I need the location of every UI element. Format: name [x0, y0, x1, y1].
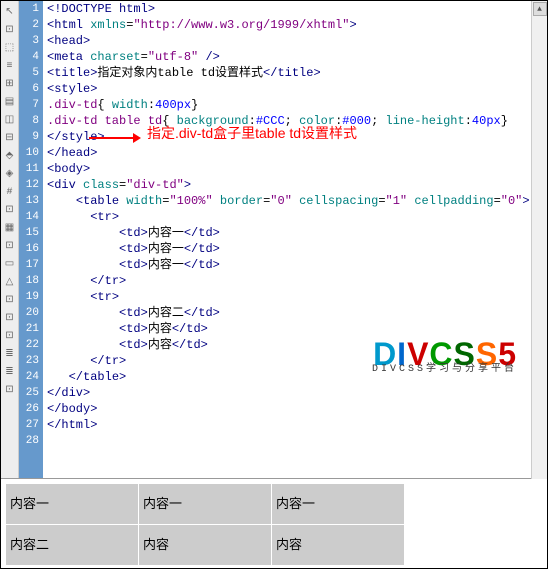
line-number: 21 — [19, 321, 39, 337]
code-line[interactable]: <tr> — [47, 209, 547, 225]
annotation-text: 指定.div-td盒子里table td设置样式 — [147, 125, 357, 141]
code-line[interactable]: </tr> — [47, 273, 547, 289]
line-number: 18 — [19, 273, 39, 289]
table-cell: 内容二 — [6, 525, 138, 565]
tool-button[interactable]: ▤ — [2, 94, 18, 110]
scroll-up-icon[interactable]: ▲ — [533, 2, 547, 16]
line-number: 23 — [19, 353, 39, 369]
table-cell: 内容一 — [139, 484, 271, 524]
tool-button[interactable]: ⊟ — [2, 130, 18, 146]
tool-button[interactable]: ⊡ — [2, 310, 18, 326]
line-number: 9 — [19, 129, 39, 145]
line-number: 8 — [19, 113, 39, 129]
toolbar: ↖ ⊡ ⬚ ≡ ⊞ ▤ ◫ ⊟ ⬘ ◈ # ⊡ ▦ ⊡ ▭ △ ⊡ ⊡ ⊡ ≣ ≣ ⊡ — [1, 1, 19, 478]
tool-button[interactable]: ≣ — [2, 364, 18, 380]
line-number: 4 — [19, 49, 39, 65]
tool-button[interactable]: ≣ — [2, 346, 18, 362]
tool-button[interactable]: ▦ — [2, 220, 18, 236]
tool-button[interactable]: ≡ — [2, 58, 18, 74]
tool-button[interactable]: ⊞ — [2, 76, 18, 92]
code-line[interactable] — [47, 433, 547, 449]
preview-table: 内容一内容一内容一内容二内容内容 — [5, 483, 405, 566]
line-number: 15 — [19, 225, 39, 241]
line-number: 27 — [19, 417, 39, 433]
tool-button[interactable]: ⊡ — [2, 328, 18, 344]
code-line[interactable]: <!DOCTYPE html> — [47, 1, 547, 17]
watermark-sub: DIVCSS学习与分享平台 — [372, 362, 517, 378]
line-number: 3 — [19, 33, 39, 49]
line-number: 20 — [19, 305, 39, 321]
line-number: 17 — [19, 257, 39, 273]
line-number: 2 — [19, 17, 39, 33]
code-line[interactable]: <td>内容二</td> — [47, 305, 547, 321]
tool-button[interactable]: ↖ — [2, 4, 18, 20]
code-line[interactable]: <body> — [47, 161, 547, 177]
tool-button[interactable]: ⊡ — [2, 238, 18, 254]
line-number: 28 — [19, 433, 39, 449]
line-number: 6 — [19, 81, 39, 97]
scrollbar[interactable]: ▲ — [531, 1, 547, 479]
tool-button[interactable]: ⊡ — [2, 382, 18, 398]
code-line[interactable]: <style> — [47, 81, 547, 97]
code-line[interactable]: </body> — [47, 401, 547, 417]
tool-button[interactable]: △ — [2, 274, 18, 290]
tool-button[interactable]: ▭ — [2, 256, 18, 272]
line-number: 22 — [19, 337, 39, 353]
tool-button[interactable]: ⬚ — [2, 40, 18, 56]
code-line[interactable]: <td>内容一</td> — [47, 225, 547, 241]
tool-button[interactable]: ◈ — [2, 166, 18, 182]
code-line[interactable]: <head> — [47, 33, 547, 49]
line-number: 11 — [19, 161, 39, 177]
code-line[interactable]: <td>内容</td> — [47, 321, 547, 337]
tool-button[interactable]: ⊡ — [2, 292, 18, 308]
watermark-brand: DIVCSS5 — [372, 346, 517, 362]
table-row: 内容二内容内容 — [6, 525, 404, 565]
preview-pane: 内容一内容一内容一内容二内容内容 — [1, 479, 547, 570]
table-cell: 内容 — [139, 525, 271, 565]
tool-button[interactable]: # — [2, 184, 18, 200]
code-area[interactable]: <!DOCTYPE html><html xmlns="http://www.w… — [43, 1, 547, 478]
code-line[interactable]: </div> — [47, 385, 547, 401]
code-line[interactable]: <table width="100%" border="0" cellspaci… — [47, 193, 547, 209]
code-line[interactable]: .div-td{ width:400px} — [47, 97, 547, 113]
code-line[interactable]: </html> — [47, 417, 547, 433]
line-number: 16 — [19, 241, 39, 257]
table-row: 内容一内容一内容一 — [6, 484, 404, 524]
tool-button[interactable]: ⊡ — [2, 22, 18, 38]
watermark: DIVCSS5 DIVCSS学习与分享平台 — [372, 346, 517, 378]
line-number: 5 — [19, 65, 39, 81]
code-line[interactable]: <tr> — [47, 289, 547, 305]
code-line[interactable]: <div class="div-td"> — [47, 177, 547, 193]
line-number: 13 — [19, 193, 39, 209]
code-line[interactable]: <td>内容一</td> — [47, 257, 547, 273]
line-number: 26 — [19, 401, 39, 417]
tool-button[interactable]: ⬘ — [2, 148, 18, 164]
line-number: 24 — [19, 369, 39, 385]
line-number: 14 — [19, 209, 39, 225]
table-cell: 内容 — [272, 525, 404, 565]
tool-button[interactable]: ⊡ — [2, 202, 18, 218]
line-number: 10 — [19, 145, 39, 161]
line-number: 19 — [19, 289, 39, 305]
table-cell: 内容一 — [6, 484, 138, 524]
code-line[interactable]: <meta charset="utf-8" /> — [47, 49, 547, 65]
code-line[interactable]: <title>指定对象内table td设置样式</title> — [47, 65, 547, 81]
code-line[interactable]: <td>内容一</td> — [47, 241, 547, 257]
code-line[interactable]: </head> — [47, 145, 547, 161]
code-line[interactable]: <html xmlns="http://www.w3.org/1999/xhtm… — [47, 17, 547, 33]
line-number: 7 — [19, 97, 39, 113]
editor-area: ↖⊡⬚≡⊞▤◫⊟⬘◈#⊡▦⊡▭△⊡⊡⊡≣≣⊡ 12345678910111213… — [1, 1, 547, 479]
table-cell: 内容一 — [272, 484, 404, 524]
line-number: 25 — [19, 385, 39, 401]
tool-button[interactable]: ◫ — [2, 112, 18, 128]
line-gutter: 1234567891011121314151617181920212223242… — [19, 1, 43, 478]
line-number: 1 — [19, 1, 39, 17]
line-number: 12 — [19, 177, 39, 193]
